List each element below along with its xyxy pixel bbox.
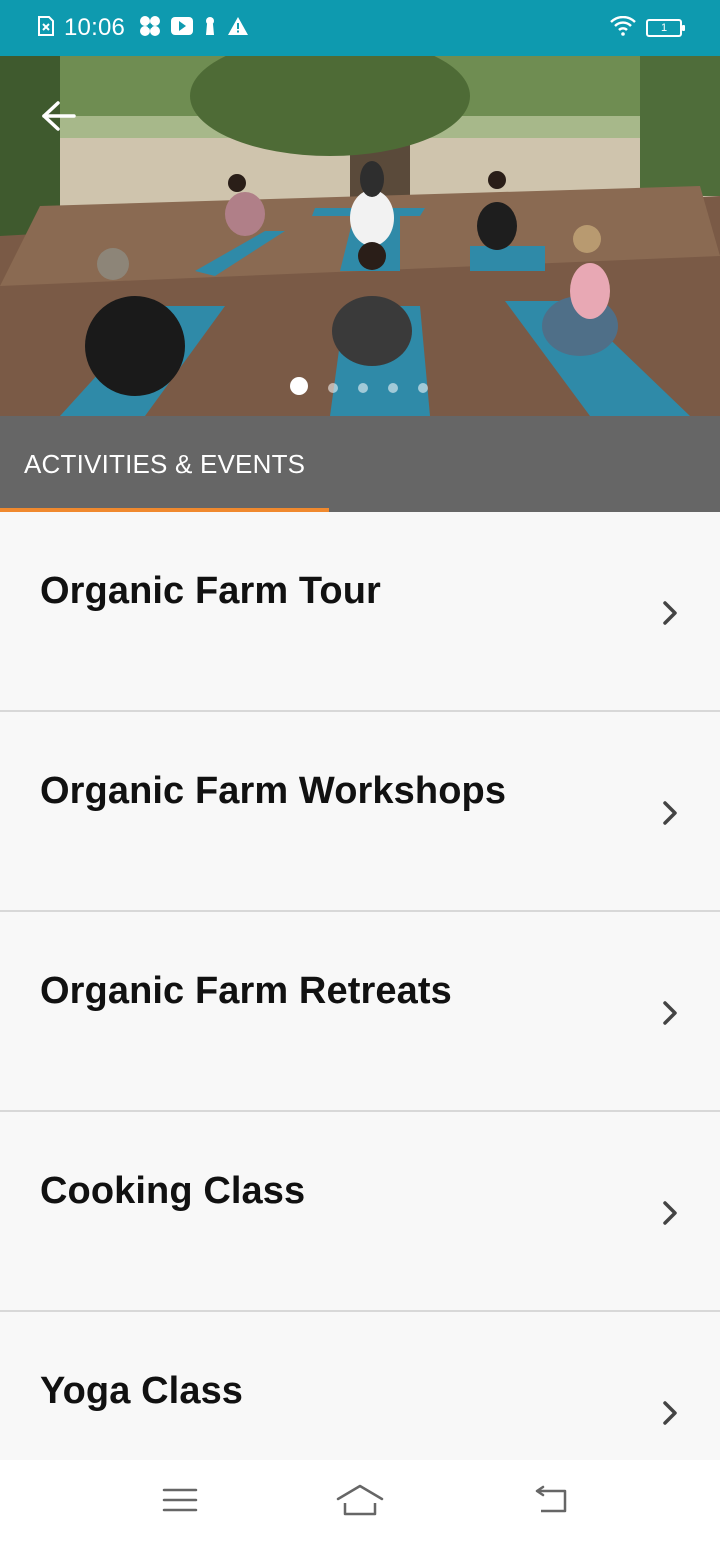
chevron-right-icon [660,1000,680,1026]
status-bar: 10:06 1 [0,0,720,56]
chevron-right-icon [660,600,680,626]
battery-level: 1 [660,22,668,34]
back-nav-button[interactable] [520,1482,580,1522]
carousel-dot[interactable] [358,383,368,393]
chevron-right-icon [660,800,680,826]
status-right: 1 [610,0,685,56]
hero-carousel[interactable] [0,56,720,416]
list-item-label: Yoga Class [40,1370,244,1412]
list-item-organic-farm-retreats[interactable]: Organic Farm Retreats [0,912,720,1112]
back-icon [531,1485,569,1520]
list-item-label: Organic Farm Tour [40,570,381,612]
home-button[interactable] [330,1482,390,1522]
tab-bar: ACTIVITIES & EVENTS [0,416,720,512]
youtube-icon [171,16,194,40]
hero-image [0,56,720,416]
list-item-cooking-class[interactable]: Cooking Class [0,1112,720,1312]
menu-button[interactable] [150,1482,210,1522]
carousel-dot[interactable] [328,383,338,393]
tab-activities-events[interactable]: ACTIVITIES & EVENTS [0,416,329,512]
system-nav-bar [0,1460,720,1544]
list-item-yoga-class[interactable]: Yoga Class [0,1312,720,1460]
chevron-right-icon [660,1400,680,1426]
list-item-label: Organic Farm Retreats [40,970,452,1012]
carousel-dot[interactable] [418,383,428,393]
chevron-right-icon [660,1200,680,1226]
activities-list: Organic Farm Tour Organic Farm Workshops… [0,512,720,1460]
home-icon [335,1483,385,1522]
battery-icon: 1 [646,19,685,37]
list-item-organic-farm-workshops[interactable]: Organic Farm Workshops [0,712,720,912]
menu-icon [162,1486,198,1519]
list-item-label: Organic Farm Workshops [40,770,507,812]
keyhole-icon [203,16,217,41]
warning-icon [227,16,249,41]
status-icons [139,15,249,42]
list-item-label: Cooking Class [40,1170,306,1212]
status-left: 10:06 [0,14,249,42]
back-button[interactable] [40,100,88,140]
list-item-organic-farm-tour[interactable]: Organic Farm Tour [0,512,720,712]
sim-error-icon [38,15,54,41]
status-time: 10:06 [64,14,126,41]
wifi-icon [610,15,636,41]
carousel-dot[interactable] [388,383,398,393]
tab-label: ACTIVITIES & EVENTS [24,448,306,479]
carousel-dot[interactable] [290,377,308,395]
carousel-indicator [290,377,428,395]
pinwheel-icon [139,15,161,42]
